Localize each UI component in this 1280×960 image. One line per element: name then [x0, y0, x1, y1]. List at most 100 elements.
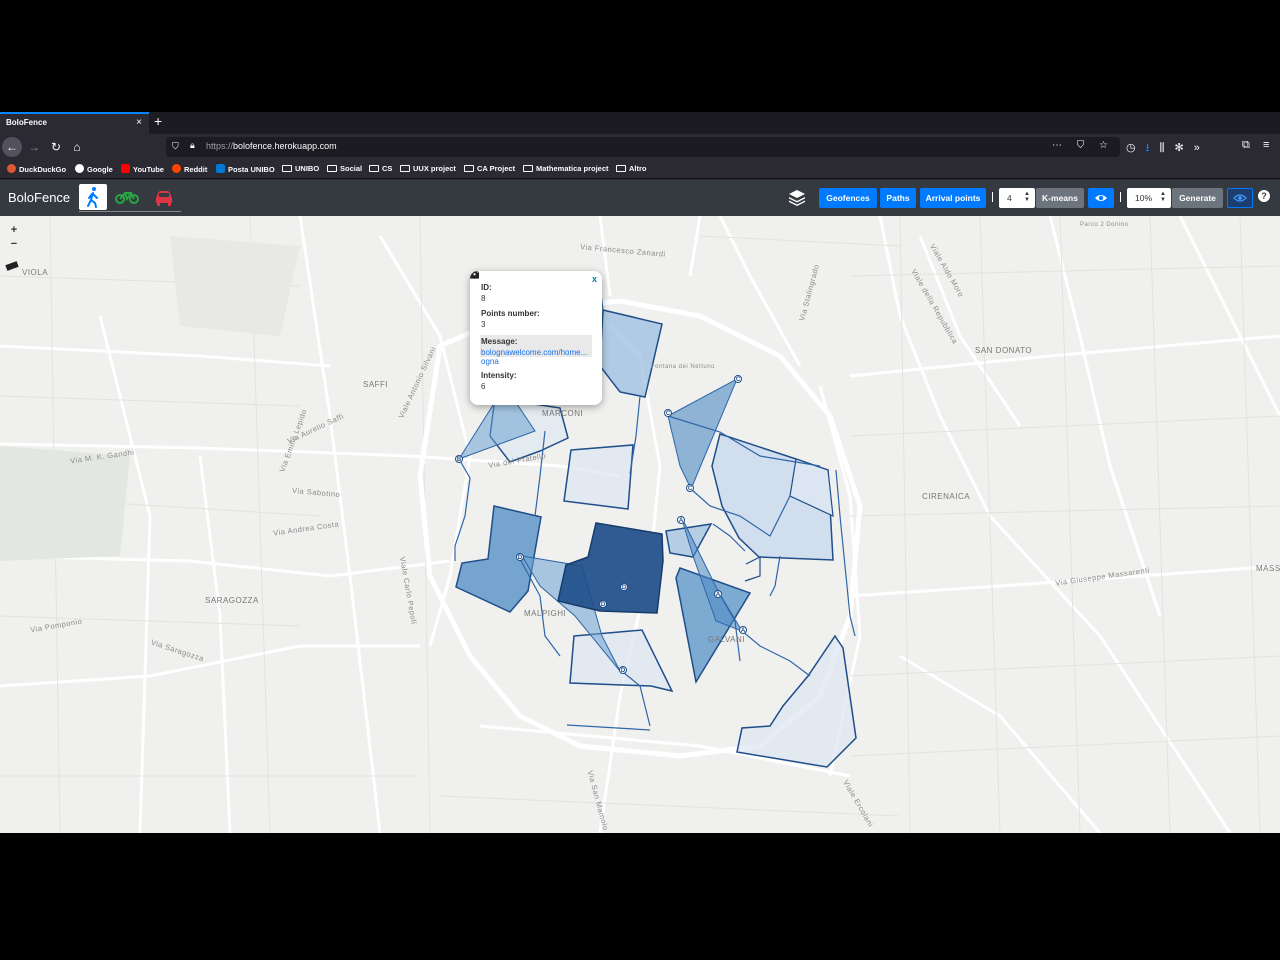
lock-icon[interactable]: 🔒︎ [190, 140, 195, 151]
bookmark-duckduckgo[interactable]: DuckDuckGo [7, 164, 66, 174]
spinner-icon[interactable]: ▲ ▼ [1024, 191, 1030, 203]
bookmark-google[interactable]: Google [75, 164, 113, 174]
toolbar-icons[interactable]: ◷⭳⫼✻» [1126, 139, 1210, 158]
youtube-icon [121, 164, 130, 173]
layers-button[interactable] [788, 188, 806, 206]
map-label: SARAGOZZA [205, 596, 259, 605]
points-label: Points number: [481, 309, 540, 318]
marker-label: C [688, 486, 693, 492]
layers-icon [789, 190, 805, 206]
folder-icon [616, 165, 626, 172]
map-label: SAFFI [363, 380, 389, 389]
generate-button[interactable]: Generate [1172, 188, 1223, 208]
points-value: 3 [481, 320, 486, 329]
outlook-icon [216, 164, 225, 173]
url-bar[interactable]: ⛉ 🔒︎ https://bolofence.herokuapp.com ⋯ ⛉… [166, 137, 1120, 157]
folder-icon [464, 165, 474, 172]
bookmark-uux-project[interactable]: UUX project [400, 164, 456, 173]
map-label: MALPIGHI [524, 609, 567, 618]
back-button[interactable]: ← [2, 137, 22, 157]
folder-icon [400, 165, 410, 172]
bookmark-unibo[interactable]: UNIBO [282, 164, 319, 173]
park-area [0, 446, 130, 561]
bookmark-mathematica-project[interactable]: Mathematica project [523, 164, 609, 173]
brand-title[interactable]: BoloFence [8, 190, 70, 205]
geofence-popup: x ID: 8 Points number: 3 Message: bologn… [470, 271, 602, 405]
zoom-out-button[interactable]: − [8, 238, 20, 250]
extensions-icon[interactable]: ⧉ [1242, 139, 1250, 152]
walk-icon [87, 187, 98, 208]
generate-visibility-button[interactable] [1227, 188, 1253, 208]
nav-bar: ← → ↻ ⌂ ⛉ 🔒︎ https://bolofence.herokuapp… [0, 134, 1280, 160]
bookmark-cs[interactable]: CS [369, 164, 392, 173]
marker-label: C [736, 377, 741, 383]
kmeans-button[interactable]: K-means [1036, 188, 1084, 208]
marker-label: D [621, 668, 626, 674]
page-actions-icon[interactable]: ⋯ ⛉ ☆ [1052, 140, 1114, 151]
folder-icon [369, 165, 379, 172]
app-navbar: BoloFence Geofences Paths Arrival points… [0, 180, 1280, 216]
map-label: GALVANI [708, 635, 745, 644]
folder-icon [282, 165, 292, 172]
mode-tabs-underline [79, 211, 181, 212]
marker-label: D [518, 555, 523, 561]
help-button[interactable]: ? [1258, 190, 1270, 202]
popup-close-button[interactable]: x [592, 274, 597, 284]
geofences-button[interactable]: Geofences [819, 188, 877, 208]
bike-icon [115, 192, 139, 204]
separator [1120, 192, 1121, 202]
marker-label: A [679, 518, 684, 524]
bookmarks-bar: DuckDuckGo Google YouTube Reddit Posta U… [0, 160, 1280, 179]
map-label: MARCONI [542, 409, 584, 418]
eye-icon [1233, 194, 1247, 202]
bookmark-reddit[interactable]: Reddit [172, 164, 207, 174]
k-input[interactable]: 4 ▲ ▼ [999, 188, 1035, 208]
browser-tab[interactable]: BoloFence × [0, 112, 149, 134]
map-label: VIOLA [22, 268, 49, 277]
duckduckgo-icon [7, 164, 16, 173]
arrival-points-button[interactable]: Arrival points [920, 188, 986, 208]
tab-strip: BoloFence × + [0, 112, 1280, 134]
tab-close-button[interactable]: × [136, 117, 142, 128]
marker-label: A [716, 592, 721, 598]
bookmark-posta-unibo[interactable]: Posta UNIBO [216, 164, 275, 174]
separator [992, 192, 993, 202]
kmeans-visibility-button[interactable] [1088, 188, 1114, 208]
new-tab-button[interactable]: + [154, 113, 162, 129]
id-value: 8 [481, 294, 486, 303]
bookmark-altro[interactable]: Altro [616, 164, 647, 173]
rail-yard [170, 236, 300, 336]
marker-label: D [622, 585, 627, 591]
percent-input[interactable]: 10% ▲ ▼ [1127, 188, 1171, 208]
intensity-value: 6 [481, 382, 486, 391]
map-label: Parco 2 Donino [1080, 222, 1129, 228]
message-link[interactable]: bolognawelcome.com/home... [481, 348, 590, 357]
eye-icon [1095, 195, 1107, 201]
walk-mode-button[interactable] [79, 184, 107, 210]
map-view[interactable]: B C C C D D D D A A A VIOLA SAFFI MARCON… [0, 216, 1280, 833]
bike-mode-button[interactable] [115, 184, 139, 210]
message-block: Message: bolognawelcome.com/home... [470, 271, 592, 357]
message-label: Message: [481, 337, 518, 346]
reddit-icon [172, 164, 181, 173]
bookmark-ca-project[interactable]: CA Project [464, 164, 515, 173]
marker-label: D [601, 602, 606, 608]
map-label: MASS [1256, 564, 1280, 573]
shield-icon[interactable]: ⛉ [172, 141, 179, 152]
spinner-icon[interactable]: ▲ ▼ [1160, 191, 1166, 203]
bookmark-youtube[interactable]: YouTube [121, 164, 164, 174]
bookmark-social[interactable]: Social [327, 164, 362, 173]
url-text[interactable]: https://bolofence.herokuapp.com [206, 141, 337, 151]
browser-window: BoloFence × + ← → ↻ ⌂ ⛉ 🔒︎ https://bolof… [0, 112, 1280, 833]
car-mode-button[interactable] [152, 184, 176, 210]
home-button[interactable]: ⌂ [67, 137, 87, 157]
reload-button[interactable]: ↻ [46, 137, 66, 157]
zoom-in-button[interactable]: + [8, 224, 20, 236]
forward-button[interactable]: → [24, 137, 44, 157]
menu-icon[interactable]: ≡ [1263, 139, 1269, 151]
marker-label: A [741, 628, 746, 634]
message-link-continued[interactable]: ogna [481, 357, 592, 366]
intensity-label: Intensity: [481, 371, 517, 380]
map-canvas[interactable]: B C C C D D D D A A A [0, 216, 1280, 833]
paths-button[interactable]: Paths [880, 188, 916, 208]
